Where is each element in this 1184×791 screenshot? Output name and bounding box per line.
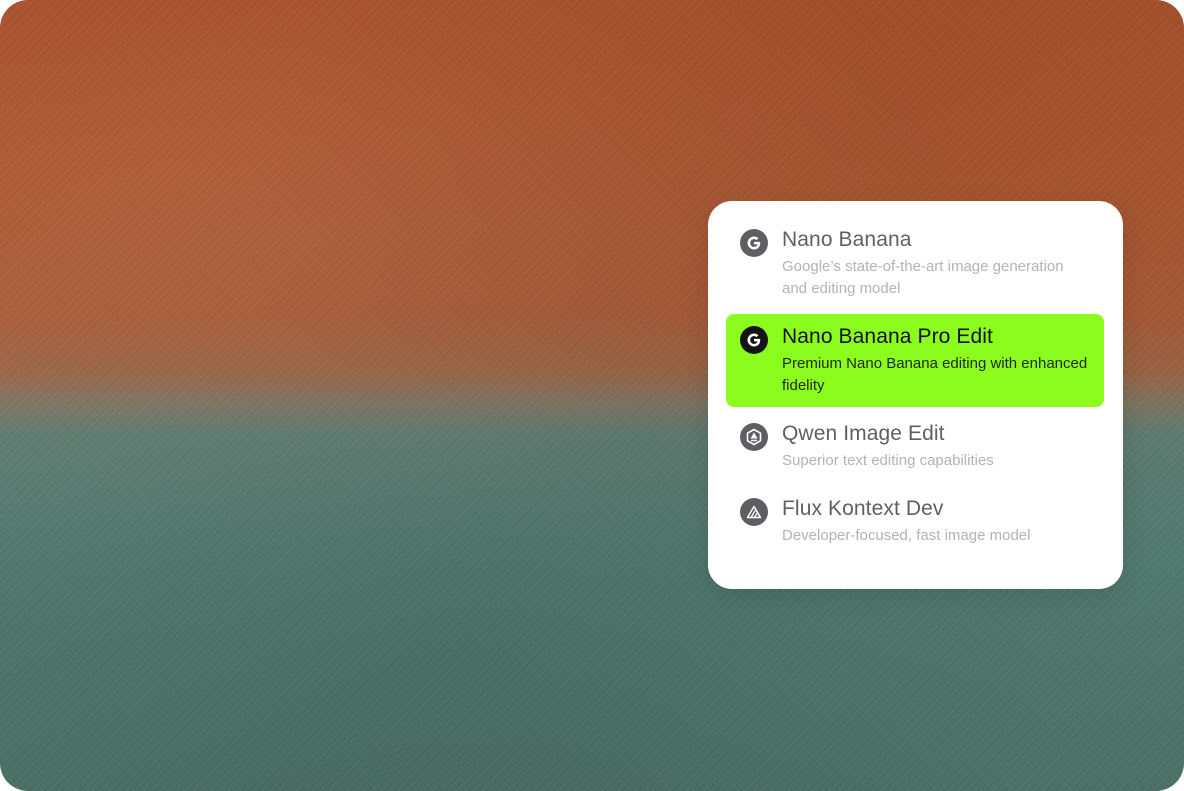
model-option-description: Developer-focused, fast image model <box>782 527 1031 544</box>
model-option-title: Qwen Image Edit <box>782 422 945 445</box>
model-select-menu: Nano Banana Google’s state-of-the-art im… <box>708 201 1123 589</box>
google-icon <box>740 326 768 354</box>
model-option-description: Google’s state-of-the-art image generati… <box>782 258 1064 297</box>
model-option-title: Nano Banana Pro Edit <box>782 325 993 348</box>
qwen-icon <box>740 423 768 451</box>
model-option-nano-banana[interactable]: Nano Banana Google’s state-of-the-art im… <box>726 217 1104 310</box>
model-option-qwen-image-edit[interactable]: Qwen Image Edit Superior text editing ca… <box>726 411 1104 482</box>
flux-icon <box>740 498 768 526</box>
model-option-title: Nano Banana <box>782 228 912 251</box>
model-option-title: Flux Kontext Dev <box>782 497 944 520</box>
google-icon <box>740 229 768 257</box>
model-option-flux-kontext-dev[interactable]: Flux Kontext Dev Developer-focused, fast… <box>726 486 1104 557</box>
model-option-description: Superior text editing capabilities <box>782 452 994 469</box>
model-option-description: Premium Nano Banana editing with enhance… <box>782 355 1088 394</box>
model-option-nano-banana-pro-edit[interactable]: Nano Banana Pro Edit Premium Nano Banana… <box>726 314 1104 407</box>
